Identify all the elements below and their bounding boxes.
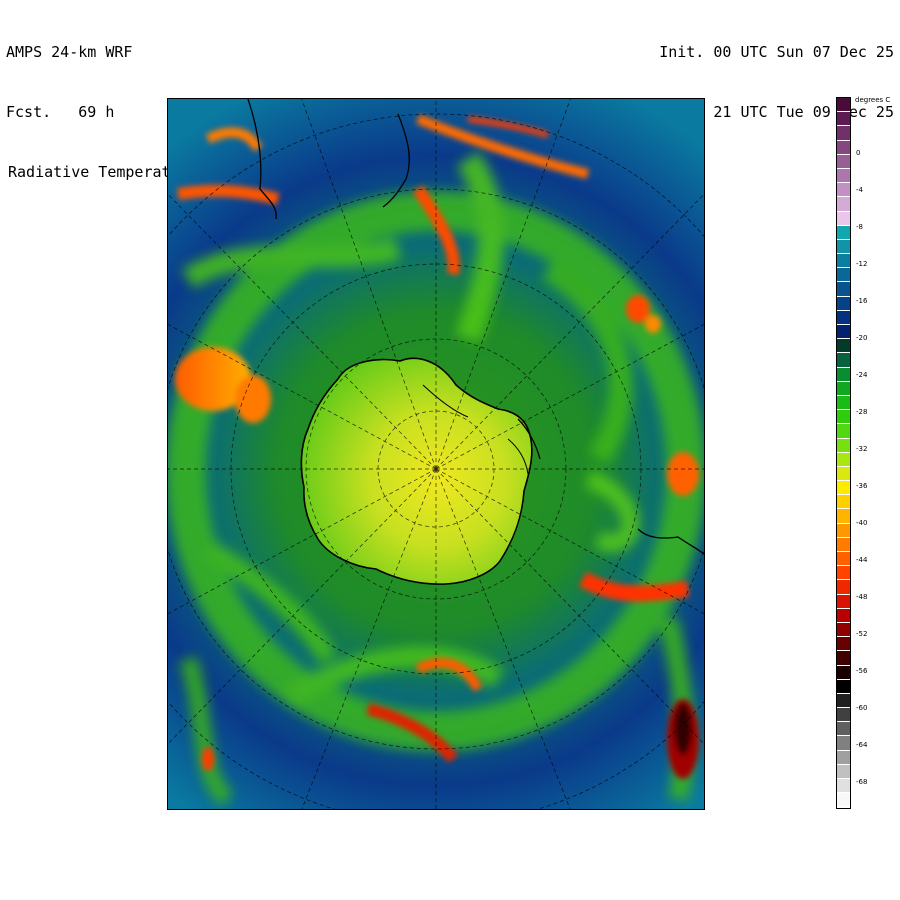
colorbar-cell: [837, 481, 850, 496]
colorbar-cell: [837, 339, 850, 354]
colorbar-cell: [837, 580, 850, 595]
colorbar-cell: [837, 168, 850, 184]
colorbar-cell: [837, 750, 850, 765]
colorbar-cell: [837, 154, 850, 169]
colorbar-cell: [837, 296, 850, 311]
temperature-colorbar: [836, 97, 851, 809]
colorbar-cell: [837, 211, 850, 226]
colorbar-cell: [837, 381, 850, 396]
colorbar-tick-label: -24: [856, 371, 868, 379]
colorbar-cell: [837, 254, 850, 269]
colorbar-cell: [837, 722, 850, 737]
colorbar-cell: [837, 183, 850, 198]
colorbar-cell: [837, 608, 850, 623]
colorbar-tick-label: -20: [856, 334, 868, 342]
colorbar-cell: [837, 197, 850, 212]
colorbar-cell: [837, 112, 850, 127]
colorbar-tick-label: -40: [856, 519, 868, 527]
colorbar-cell: [837, 679, 850, 694]
colorbar-tick-label: -36: [856, 482, 868, 490]
colorbar-cell: [837, 410, 850, 425]
colorbar-cell: [837, 282, 850, 297]
colorbar-cell: [837, 523, 850, 538]
colorbar-cell: [837, 225, 850, 240]
colorbar-cell: [837, 779, 850, 794]
colorbar-tick-label: -8: [856, 223, 863, 231]
colorbar-cell: [837, 325, 850, 340]
colorbar-cell: [837, 622, 850, 638]
colorbar-cell: [837, 268, 850, 283]
colorbar-cell: [837, 537, 850, 552]
colorbar-tick-label: -56: [856, 667, 868, 675]
colorbar-cell: [837, 637, 850, 652]
colorbar-cell: [837, 98, 850, 113]
colorbar-tick-label: -60: [856, 704, 868, 712]
colorbar-tick-label: 0: [856, 149, 861, 157]
colorbar-cell: [837, 438, 850, 453]
colorbar-cell: [837, 140, 850, 155]
colorbar-cell: [837, 367, 850, 382]
model-title: AMPS 24-km WRF: [6, 43, 133, 61]
colorbar-cell: [837, 466, 850, 482]
map-panel: [167, 98, 705, 810]
colorbar-cell: [837, 566, 850, 581]
colorbar-tick-label: -4: [856, 186, 863, 194]
colorbar-cell: [837, 693, 850, 709]
colorbar-cell: [837, 452, 850, 467]
colorbar-cell: [837, 793, 850, 808]
colorbar-cell: [837, 764, 850, 779]
colorbar-cell: [837, 594, 850, 609]
colorbar-cell: [837, 239, 850, 255]
colorbar-tick-label: -64: [856, 741, 868, 749]
colorbar-tick-label: -28: [856, 408, 868, 416]
colorbar-cell: [837, 424, 850, 439]
colorbar-tick-label: -32: [856, 445, 868, 453]
colorbar-tick-label: -12: [856, 260, 868, 268]
colorbar-cell: [837, 708, 850, 723]
colorbar-cell: [837, 651, 850, 666]
colorbar-units: degrees C: [855, 96, 891, 104]
colorbar-cell: [837, 126, 850, 141]
colorbar-cell: [837, 395, 850, 411]
antarctic-temperature-map: [168, 99, 704, 809]
colorbar-tick-label: -44: [856, 556, 868, 564]
colorbar-cell: [837, 736, 850, 751]
colorbar-tick-label: -16: [856, 297, 868, 305]
colorbar-cell: [837, 509, 850, 524]
colorbar-cell: [837, 552, 850, 567]
colorbar-tick-label: -68: [856, 778, 868, 786]
colorbar-tick-label: -52: [856, 630, 868, 638]
colorbar-cell: [837, 353, 850, 368]
init-time: Init. 00 UTC Sun 07 Dec 25: [659, 43, 894, 61]
colorbar-cell: [837, 310, 850, 325]
colorbar-cell: [837, 495, 850, 510]
colorbar-cell: [837, 665, 850, 680]
colorbar-tick-label: -48: [856, 593, 868, 601]
